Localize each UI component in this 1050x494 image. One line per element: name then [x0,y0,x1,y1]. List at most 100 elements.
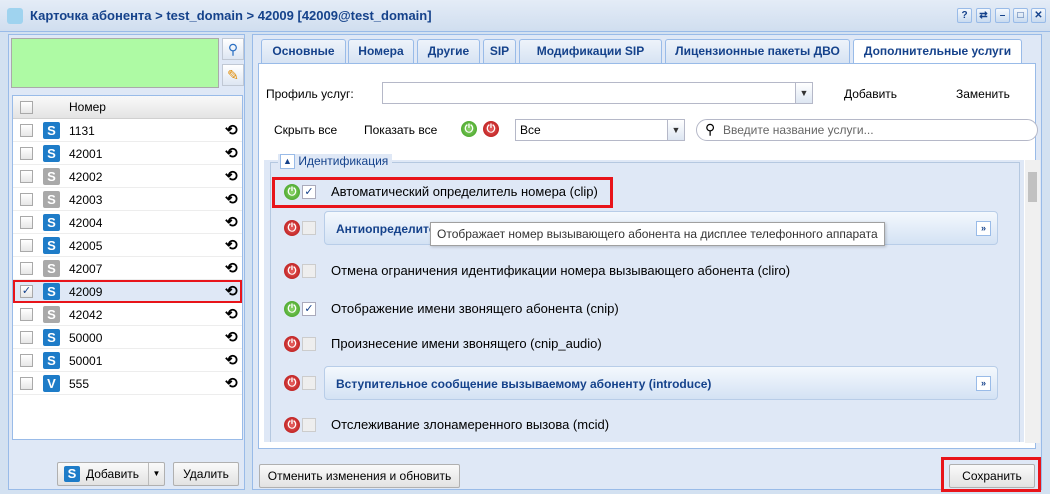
refresh-button[interactable]: ⇄ [976,8,991,23]
history-icon[interactable]: ⟲ [225,282,238,300]
delete-button[interactable]: Удалить [173,462,239,486]
number-row[interactable]: S 42005 ⟲ [13,234,242,257]
minimize-button[interactable]: – [995,8,1010,23]
tab-6[interactable]: Дополнительные услуги [853,39,1022,64]
row-checkbox[interactable] [20,170,33,183]
number-row[interactable]: S 50001 ⟲ [13,349,242,372]
number-row[interactable]: S 42003 ⟲ [13,188,242,211]
row-checkbox[interactable] [20,331,33,344]
number-row[interactable]: ✓ S 42009 ⟲ [13,280,242,303]
number-row[interactable]: V 555 ⟲ [13,372,242,395]
add-number-button[interactable]: S Добавить ▼ [57,462,165,486]
collapse-icon[interactable]: ▲ [280,154,295,170]
number-row[interactable]: S 1131 ⟲ [13,119,242,142]
service-checkbox[interactable] [302,376,316,390]
row-checkbox[interactable]: ✓ [20,285,33,298]
number-row[interactable]: S 42001 ⟲ [13,142,242,165]
chevron-down-icon[interactable]: ▼ [795,83,812,103]
hide-all-button[interactable]: Скрыть все [274,123,337,137]
cancel-refresh-button[interactable]: Отменить изменения и обновить [259,464,460,488]
history-icon[interactable]: ⟲ [225,144,238,162]
scrollbar[interactable] [1025,160,1040,443]
history-icon[interactable]: ⟲ [225,236,238,254]
number-row[interactable]: S 42042 ⟲ [13,303,242,326]
row-checkbox[interactable] [20,239,33,252]
service-checkbox[interactable] [302,418,316,432]
service-checkbox[interactable] [302,264,316,278]
number-row[interactable]: S 42002 ⟲ [13,165,242,188]
tab-0[interactable]: Основные [261,39,346,63]
search-icon[interactable]: ⚲ [222,38,244,60]
replace-profile-button[interactable]: Заменить [956,87,1010,101]
expandable-service[interactable]: Вступительное сообщение вызываемому абон… [324,366,998,400]
numbers-grid: Номер S 1131 ⟲ S 42001 ⟲ S 42002 ⟲ S 420… [12,95,243,440]
dropdown-arrow-icon[interactable]: ▼ [148,463,164,485]
help-button[interactable]: ? [957,8,972,23]
row-checkbox[interactable] [20,354,33,367]
history-icon[interactable]: ⟲ [225,167,238,185]
service-checkbox[interactable] [302,337,316,351]
close-button[interactable]: ✕ [1031,8,1046,23]
add-label: Добавить [86,467,140,481]
disable-all-power-icon[interactable]: ⏻ [483,121,499,137]
number-value: 42009 [69,285,103,299]
service-checkbox[interactable]: ✓ [302,302,316,316]
history-icon[interactable]: ⟲ [225,259,238,277]
select-all-checkbox[interactable] [20,101,33,114]
tab-1[interactable]: Номера [348,39,414,63]
power-icon[interactable]: ⏻ [284,417,300,433]
enable-all-power-icon[interactable]: ⏻ [461,121,477,137]
filter-select[interactable]: Все ▼ [515,119,685,141]
number-value: 42003 [69,193,103,207]
history-icon[interactable]: ⟲ [225,213,238,231]
grid-header: Номер [13,96,242,119]
power-icon[interactable]: ⏻ [284,220,300,236]
history-icon[interactable]: ⟲ [225,328,238,346]
show-all-button[interactable]: Показать все [364,123,437,137]
tooltip: Отображает номер вызывающего абонента на… [430,222,885,246]
v-icon: V [43,375,60,392]
service-checkbox[interactable] [302,221,316,235]
row-checkbox[interactable] [20,262,33,275]
service-label: Отмена ограничения идентификации номера … [331,263,791,278]
save-button[interactable]: Сохранить [949,464,1035,488]
service-search-input[interactable]: ⚲ Введите название услуги... [696,119,1038,141]
history-icon[interactable]: ⟲ [225,351,238,369]
s-icon: S [43,122,60,139]
profile-label: Профиль услуг: [266,87,354,101]
chevron-down-icon[interactable]: ▼ [667,120,684,140]
profile-select[interactable]: ▼ [382,82,813,104]
expand-icon[interactable]: » [976,221,991,236]
tab-2[interactable]: Другие [417,39,480,63]
power-icon[interactable]: ⏻ [284,336,300,352]
scrollbar-thumb[interactable] [1028,172,1037,202]
row-checkbox[interactable] [20,147,33,160]
row-checkbox[interactable] [20,216,33,229]
tab-5[interactable]: Лицензионные пакеты ДВО [665,39,850,63]
pencil-icon[interactable]: ✎ [222,64,244,86]
number-value: 50001 [69,354,103,368]
history-icon[interactable]: ⟲ [225,121,238,139]
tab-3[interactable]: SIP [483,39,516,63]
number-row[interactable]: S 50000 ⟲ [13,326,242,349]
filter-value: Все [520,123,541,137]
search-area[interactable] [11,38,219,88]
history-icon[interactable]: ⟲ [225,190,238,208]
number-row[interactable]: S 42004 ⟲ [13,211,242,234]
row-checkbox[interactable] [20,124,33,137]
group-legend: ▲ Идентификация [278,154,393,170]
maximize-button[interactable]: □ [1013,8,1028,23]
s-icon: S [43,191,60,208]
history-icon[interactable]: ⟲ [225,305,238,323]
row-checkbox[interactable] [20,193,33,206]
row-checkbox[interactable] [20,377,33,390]
power-icon[interactable]: ⏻ [284,263,300,279]
history-icon[interactable]: ⟲ [225,374,238,392]
row-checkbox[interactable] [20,308,33,321]
number-row[interactable]: S 42007 ⟲ [13,257,242,280]
add-profile-button[interactable]: Добавить [844,87,897,101]
power-icon[interactable]: ⏻ [284,301,300,317]
power-icon[interactable]: ⏻ [284,375,300,391]
expand-icon[interactable]: » [976,376,991,391]
tab-4[interactable]: Модификации SIP [519,39,662,63]
